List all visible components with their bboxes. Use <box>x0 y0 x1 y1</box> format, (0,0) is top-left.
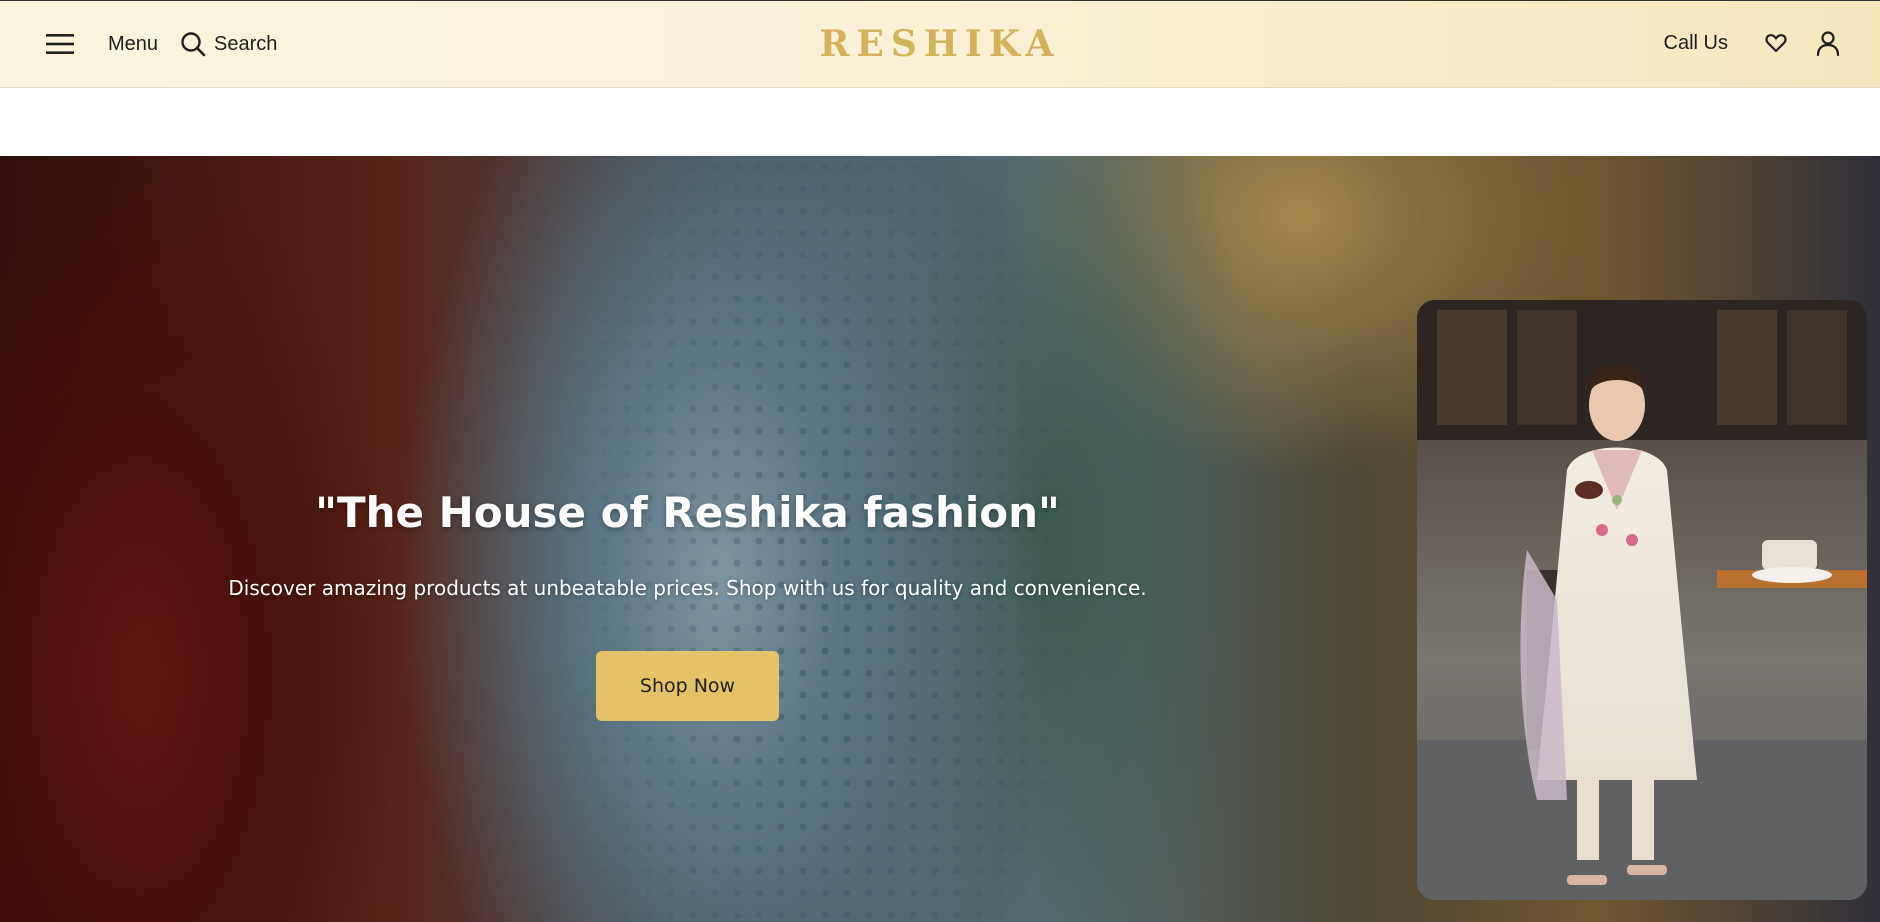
shop-now-button[interactable]: Shop Now <box>596 651 779 721</box>
announcement-bar <box>0 88 1880 156</box>
call-us-link[interactable]: Call Us <box>1664 32 1728 55</box>
hero-subtitle: Discover amazing products at unbeatable … <box>228 576 1147 600</box>
site-header: Menu Search RESHIKA Call Us <box>0 0 1880 88</box>
user-icon[interactable] <box>1814 29 1842 57</box>
header-right-group: Call Us <box>1664 29 1842 57</box>
hero-title: "The House of Reshika fashion" <box>315 488 1060 537</box>
model-photo <box>1417 300 1867 900</box>
brand-logo[interactable]: RESHIKA <box>0 23 1880 65</box>
heart-icon[interactable] <box>1764 31 1788 55</box>
hero-banner: "The House of Reshika fashion" Discover … <box>0 156 1880 922</box>
